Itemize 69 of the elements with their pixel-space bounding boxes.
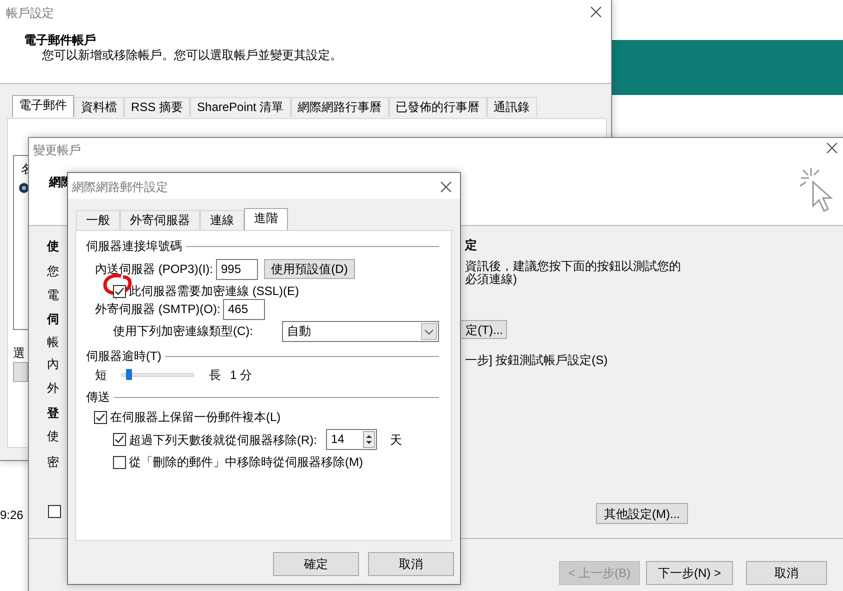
form-label: 帳 [47, 334, 59, 351]
tab[interactable]: RSS 摘要 [124, 97, 190, 117]
caret-icon [421, 322, 437, 340]
tab[interactable]: 網際網路行事曆 [290, 97, 389, 117]
number-spinner[interactable]: 14 [326, 429, 377, 450]
description-text: 必須連線) [465, 273, 517, 286]
tab[interactable]: 已發佈的行事曆 [388, 97, 487, 117]
group-title: 傳送 [86, 389, 110, 406]
dialog-button[interactable]: 取消 [368, 552, 454, 576]
note-text: 一步] 按鈕測試帳戶設定(S) [465, 352, 608, 369]
tab[interactable]: 進階 [244, 208, 288, 230]
form-label: 您 [47, 263, 59, 280]
checkbox-label: 此伺服器需要加密連線 (SSL)(E) [129, 283, 300, 300]
slider-reading: 1 分 [230, 367, 252, 384]
tab[interactable]: 電子郵件 [12, 95, 74, 117]
checkbox-label: 超過下列天數後就從伺服器移除(R): [129, 432, 317, 448]
slider-label: 短 [95, 367, 108, 384]
form-label: 使 [47, 428, 59, 445]
tab[interactable]: 通訊錄 [486, 97, 537, 117]
window-title: 變更帳戶 [33, 142, 81, 159]
dropdown[interactable]: 自動 [282, 320, 439, 342]
field-label: 內送伺服器 (POP3)(I): [95, 261, 214, 278]
nav-button[interactable]: 下一步(N) > [646, 561, 733, 585]
unit-label: 天 [390, 432, 402, 448]
section-heading: 電子郵件帳戶 [24, 32, 96, 49]
spinner-arrows-icon[interactable] [363, 431, 375, 448]
form-label: 使 [47, 238, 59, 255]
nav-button[interactable]: 取消 [746, 561, 827, 585]
close-icon[interactable] [826, 142, 838, 154]
form-label: 登 [47, 405, 59, 422]
slider-label: 長 [209, 367, 221, 384]
tab[interactable]: 一般 [76, 210, 120, 230]
more-settings-button[interactable]: 其他設定(M)... [596, 503, 688, 524]
field-label: 外寄伺服器 (SMTP)(O): [95, 301, 222, 318]
close-icon[interactable] [590, 6, 602, 18]
checkbox-label: 從「刪除的郵件」中移除時從伺服器移除(M) [129, 454, 363, 471]
checkbox[interactable] [113, 433, 126, 446]
form-label: 外 [47, 380, 59, 397]
slider-thumb[interactable] [126, 369, 132, 380]
port-field[interactable]: 465 [223, 298, 265, 320]
tab[interactable]: SharePoint 清單 [190, 97, 291, 117]
section-subtitle: 您可以新增或移除帳戶。您可以選取帳戶並變更其設定。 [42, 47, 342, 64]
checkbox-label: 在伺服器上保留一份郵件複本(L) [110, 409, 281, 426]
section-heading: 定 [465, 237, 477, 254]
checkbox[interactable] [113, 284, 126, 298]
checkbox[interactable] [94, 410, 107, 424]
tab[interactable]: 連線 [200, 210, 244, 230]
field-label: 使用下列加密連線類型(C): [113, 323, 254, 340]
clock-text: 9:26 [0, 507, 24, 524]
port-field[interactable]: 995 [216, 258, 258, 280]
window-title: 帳戶設定 [6, 5, 54, 22]
checkbox[interactable] [113, 456, 126, 468]
group-title: 伺服器連接埠號碼 [86, 238, 182, 255]
form-label: 電 [47, 287, 59, 304]
side-label: 選 [13, 345, 25, 362]
tab[interactable]: 資料檔 [74, 97, 124, 117]
close-icon[interactable] [440, 181, 452, 193]
description-text: 資訊後，建議您按下面的按鈕以測試您的 [465, 260, 681, 273]
form-label: 伺 [47, 311, 59, 328]
dropdown-value: 自動 [287, 322, 311, 340]
form-label: 內 [47, 356, 59, 373]
checkbox[interactable] [48, 505, 61, 518]
default-button[interactable]: 使用預設值(D) [264, 259, 355, 279]
form-label: 密 [47, 454, 59, 471]
tab[interactable]: 外寄伺服器 [120, 210, 200, 230]
spinner-value: 14 [331, 431, 344, 448]
dialog-button[interactable]: 確定 [273, 552, 359, 576]
window-title: 網際網路郵件設定 [72, 179, 168, 196]
group-title: 伺服器逾時(T) [86, 348, 162, 365]
